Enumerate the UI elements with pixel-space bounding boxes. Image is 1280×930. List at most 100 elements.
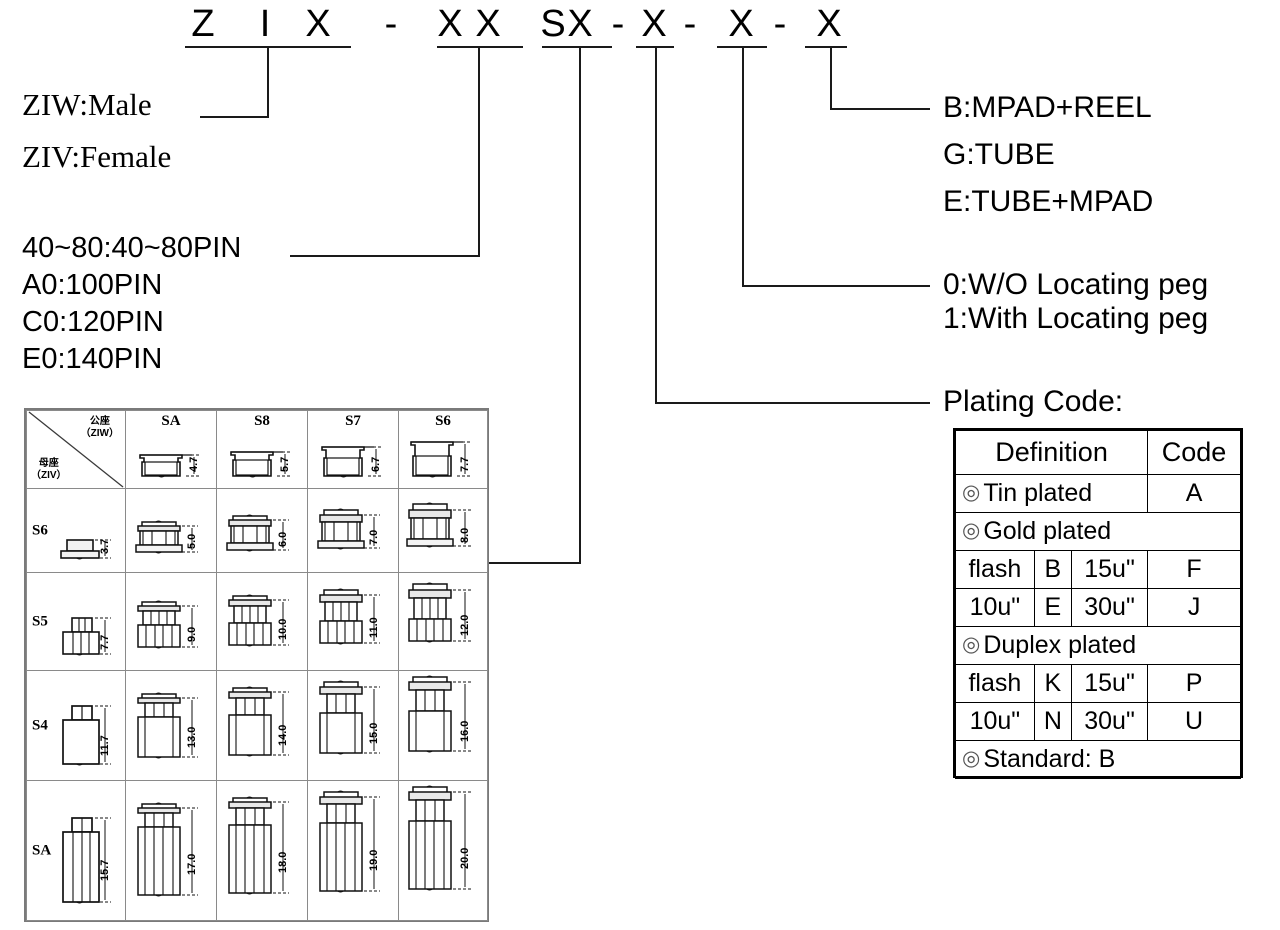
plating-cell-tin-definition: ◎ Tin plated: [954, 474, 1149, 513]
connector-profile-icon: 3.7: [60, 539, 111, 560]
receptacle-profile-s6: 3.7: [59, 510, 121, 566]
pn-char-8: -: [611, 3, 625, 45]
stack-height-matrix-table: 公座 （ZIW） 母座 （ZIV） SA 4.7 S8 5.7 S7 6.7 S…: [24, 408, 489, 922]
mated-connector-icon: 18.0: [228, 796, 289, 895]
pn-char-6: S: [540, 3, 566, 45]
matrix-row-s4: S4 11.7 13.0 14.0 15.0 16.0: [26, 670, 488, 781]
matrix-row-header-s4: S4 11.7: [26, 670, 126, 781]
part-number-row: Z I X - X X S X - X - X - X: [0, 4, 1280, 48]
plating-header-code: Code: [1147, 430, 1241, 475]
mated-connector-icon: 17.0: [137, 802, 198, 897]
connector-profile-icon: 5.7: [230, 451, 291, 478]
label-pkg-tube: G:TUBE: [943, 138, 1055, 171]
plating-row-duplex-2: 10u" N 30u" U: [955, 702, 1241, 741]
bullet-icon: ◎: [962, 519, 981, 542]
mated-connector-icon: 6.0: [226, 514, 289, 552]
plating-cell: 15u": [1070, 664, 1149, 703]
plating-code-table: Definition Code ◎ Tin plated A ◎ Gold plat…: [953, 428, 1243, 779]
mated-pair-art: 8.0: [403, 498, 483, 566]
label-pin-40-80: 40~80:40~80PIN: [22, 232, 242, 264]
plating-standard-label: Standard: B: [983, 745, 1116, 773]
matrix-cell: 10.0: [216, 572, 308, 671]
mated-pair-art: 20.0: [403, 784, 483, 914]
dimension-value: 14.0: [277, 725, 289, 746]
matrix-cell: 11.0: [307, 572, 399, 671]
pn-char-3: -: [384, 3, 398, 45]
dimension-value: 6.0: [277, 532, 289, 547]
leader-elbow-peg: [742, 285, 930, 287]
bullet-icon: ◎: [962, 481, 981, 504]
corner-recept-cn: 母座: [38, 458, 59, 469]
mated-pair-art: 14.0: [223, 678, 303, 774]
mated-pair-art: 10.0: [223, 582, 303, 664]
pn-char-0: Z: [191, 3, 215, 45]
dimension-value: 18.0: [277, 852, 289, 873]
leader-elbow-packaging: [830, 108, 930, 110]
dimension-value: 5.0: [186, 534, 198, 549]
leader-elbow-gender: [200, 116, 268, 118]
label-ziv-female: ZIV:Female: [22, 139, 172, 174]
matrix-row-s6: S6 3.7 5.0 6.0 7.0 8.0: [26, 488, 488, 573]
plating-cell: 10u": [955, 588, 1035, 627]
row-header-label: S4: [32, 717, 48, 733]
pn-char-13: X: [816, 3, 842, 45]
label-pkg-tube-mpad: E:TUBE+MPAD: [943, 185, 1154, 218]
mated-pair-art: 13.0: [132, 680, 212, 774]
corner-plug-code: （ZIW）: [80, 428, 119, 439]
mated-connector-icon: 14.0: [228, 686, 289, 757]
col-header-label: S8: [254, 413, 270, 429]
dimension-value: 5.7: [279, 457, 291, 472]
dimension-value: 3.7: [99, 539, 111, 554]
mated-pair-art: 18.0: [223, 788, 303, 914]
plating-cell: 30u": [1070, 702, 1149, 741]
plating-cell: K: [1033, 664, 1072, 703]
matrix-cell: 9.0: [125, 572, 217, 671]
mated-pair-art: 9.0: [132, 584, 212, 664]
row-header-cell: S6 3.7: [27, 489, 125, 572]
mated-connector-icon: 12.0: [408, 582, 471, 643]
plating-row-gold-group: ◎ Gold plated: [955, 512, 1241, 551]
plug-profile-s7: 6.7: [316, 436, 392, 484]
plating-row-duplex-group: ◎ Duplex plated: [955, 626, 1241, 665]
label-pin-c0: C0:120PIN: [22, 306, 164, 338]
mated-connector-icon: 11.0: [319, 588, 380, 645]
corner-receptacle-label: 母座 （ZIV）: [31, 458, 67, 482]
mated-connector-icon: 16.0: [408, 675, 471, 753]
plating-row-gold-2: 10u" E 30u" J: [955, 588, 1241, 627]
matrix-cell: 6.0: [216, 488, 308, 573]
dimension-value: 6.7: [370, 457, 382, 472]
matrix-row-header-sa: SA 15.7: [26, 780, 126, 921]
dimension-value: 15.0: [368, 723, 380, 744]
pn-char-2: X: [305, 3, 331, 45]
leader-underline-packaging: [805, 46, 847, 48]
plating-header-row: Definition Code: [954, 430, 1241, 475]
mated-connector-icon: 19.0: [319, 790, 380, 893]
leader-vertical-peg: [742, 46, 744, 287]
plating-duplex-label: Duplex plated: [983, 631, 1137, 659]
matrix-col-header-s6: S6 7.7: [398, 410, 488, 489]
dimension-value: 17.0: [186, 854, 198, 875]
matrix-cell: 20.0: [398, 780, 488, 921]
leader-vertical-gender: [267, 46, 269, 118]
pn-char-11: X: [728, 3, 754, 45]
plating-tin-label: Tin plated: [983, 479, 1093, 507]
matrix-row-header-s5: S5 7.7: [26, 572, 126, 671]
matrix-row-s5: S5 7.7 9.0 10.0 11.0 12.0: [26, 572, 488, 671]
corner-recept-code: （ZIV）: [31, 470, 67, 481]
matrix-cell: 5.0: [125, 488, 217, 573]
mated-pair-art: 5.0: [132, 504, 212, 566]
receptacle-profile-sa: 15.7: [59, 796, 121, 914]
plating-cell-duplex-group: ◎ Duplex plated: [955, 626, 1241, 665]
label-pin-a0: A0:100PIN: [22, 269, 163, 301]
matrix-row-header-s6: S6 3.7: [26, 488, 126, 573]
plating-cell: P: [1147, 664, 1241, 703]
connector-profile-icon: 11.7: [62, 705, 111, 766]
leader-vertical-pincount: [478, 46, 480, 257]
matrix-cell: 14.0: [216, 670, 308, 781]
dimension-value: 8.0: [459, 528, 471, 543]
pn-char-1: I: [259, 3, 271, 45]
mated-connector-icon: 9.0: [137, 600, 198, 649]
dimension-value: 16.0: [459, 721, 471, 742]
plating-header-definition: Definition: [954, 430, 1149, 475]
matrix-cell: 17.0: [125, 780, 217, 921]
